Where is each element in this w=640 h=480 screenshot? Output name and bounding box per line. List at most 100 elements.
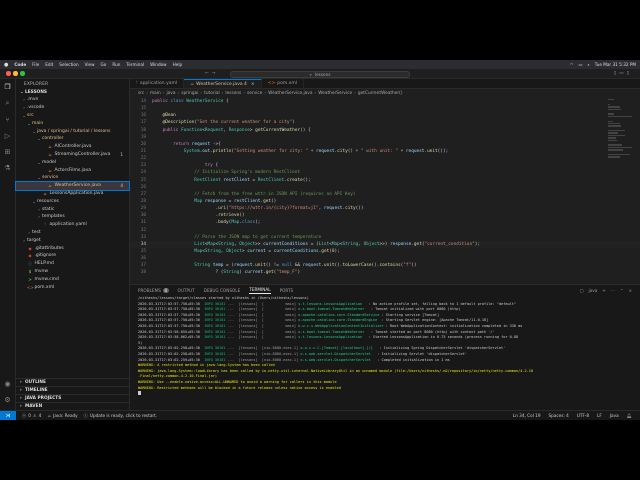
breadcrumb-item[interactable]: WeatherService.java (268, 91, 312, 96)
code-line[interactable]: 24 // Initialize Spring's modern RestCli… (130, 169, 640, 176)
code-line[interactable]: 34 List<Map<String, Object>> currentCond… (130, 240, 640, 248)
code-line[interactable]: 15 (130, 105, 640, 112)
menubar-app-name[interactable]: Code (14, 62, 26, 67)
terminal-output[interactable]: /nitheshs/lessons/target/classes started… (138, 296, 630, 408)
code-line[interactable]: 26 (130, 184, 640, 191)
code-line[interactable]: 35 Map<String, Object> current = current… (130, 248, 640, 255)
menu-go[interactable]: Go (101, 62, 107, 67)
close-window-button[interactable] (6, 71, 11, 76)
code-line[interactable]: 17 @Description("Get the current weather… (130, 119, 640, 126)
source-control-icon[interactable]: ⑂ (5, 116, 9, 124)
command-center-search[interactable]: ⌕ lessons (230, 70, 410, 78)
panel-tab-ports[interactable]: PORTS (280, 288, 294, 293)
code-line[interactable]: 16 @Bean (130, 112, 640, 119)
minimize-window-button[interactable] (13, 71, 18, 76)
remote-indicator-icon[interactable]: ⋊ (0, 410, 16, 420)
status-java[interactable]: ☕ Java: Ready (47, 413, 77, 418)
more-actions-icon[interactable]: ⋯ (611, 288, 615, 293)
code-line[interactable]: 28 Map response = restClient.get() (130, 198, 640, 205)
terminal-shell-icon[interactable]: ▢ (580, 288, 584, 293)
battery-icon[interactable]: ▭ (578, 62, 582, 67)
code-line[interactable]: 37 String temp = (request.unit() != null… (130, 262, 640, 269)
close-tab-icon[interactable]: × (251, 82, 255, 87)
folder-item[interactable]: › .vscode (16, 104, 129, 112)
menu-edit[interactable]: Edit (45, 62, 53, 67)
section-timeline[interactable]: › TIMELINE (16, 386, 130, 394)
folder-item[interactable]: › test (16, 229, 129, 237)
panel-tab-problems[interactable]: PROBLEMS 4 (138, 287, 169, 293)
close-panel-icon[interactable]: × (628, 288, 632, 293)
run-debug-icon[interactable]: ▷ (5, 132, 10, 140)
file-item[interactable]: <> pom.xml (16, 283, 129, 291)
code-line[interactable]: 32 (130, 227, 640, 234)
toggle-secondary-sidebar-icon[interactable]: ▯ (627, 71, 632, 76)
folder-item[interactable]: ⌄ service (16, 174, 129, 182)
code-line[interactable]: 36 (130, 255, 640, 262)
folder-item[interactable]: ⌄ model (16, 158, 129, 166)
status-language[interactable]: Java (610, 413, 619, 419)
breadcrumb-item[interactable]: tutorial (204, 91, 220, 96)
menubar-clock[interactable]: Tue Mar 31 5:32 PM (595, 62, 636, 67)
folder-item[interactable]: › target (16, 236, 129, 244)
breadcrumb-item[interactable]: src (138, 91, 144, 96)
folder-item[interactable]: ⌄ java / springai / tutorial / lessons (16, 127, 129, 135)
code-line[interactable]: 23 try { (130, 162, 640, 169)
notifications-bell-icon[interactable]: 🔔︎ (627, 413, 632, 419)
code-line[interactable]: 20 return request ->{ (130, 141, 640, 148)
breadcrumb-item[interactable]: service (247, 91, 262, 96)
menu-terminal[interactable]: Terminal (126, 62, 144, 67)
terminal-prompt[interactable] (138, 391, 630, 397)
wifi-icon[interactable]: ◠ (570, 62, 574, 67)
section-java-projects[interactable]: › JAVA PROJECTS (16, 394, 130, 402)
testing-icon[interactable]: ⚗ (4, 164, 10, 172)
code-line[interactable]: 19 (130, 134, 640, 141)
panel-tab-output[interactable]: OUTPUT (178, 288, 195, 293)
code-line[interactable]: 18 public Function<Request, Response> ge… (130, 127, 640, 134)
folder-item[interactable]: › templates (16, 213, 129, 221)
code-editor[interactable]: 14 public class WeatherService {15 16 @Bea… (130, 98, 640, 284)
folder-item[interactable]: ⌄ main (16, 119, 129, 127)
search-icon[interactable]: ⌕ (6, 99, 10, 108)
file-item[interactable]: ☕ StreamingController.java 1 (16, 151, 129, 159)
search-icon[interactable]: ⌕ (587, 62, 589, 67)
terminal-shell-label[interactable]: java (588, 288, 597, 293)
folder-item[interactable]: ⌄ src (16, 112, 129, 120)
new-terminal-icon[interactable]: + (602, 288, 606, 293)
breadcrumb-item[interactable]: main (150, 91, 161, 96)
status-encoding[interactable]: UTF-8 (577, 413, 589, 419)
code-line[interactable]: 38 ? (String) current.get("temp_F") (130, 269, 640, 276)
forward-arrow-icon[interactable]: → (212, 71, 219, 76)
code-line[interactable]: 29 .uri("https://wttr.in/{city}?format=j… (130, 205, 640, 212)
section-maven[interactable]: › MAVEN (16, 402, 130, 410)
toggle-panel-icon[interactable]: ▭ (619, 71, 626, 76)
code-line[interactable]: 33 // Parse the JSON map to get current … (130, 234, 640, 241)
zoom-window-button[interactable] (20, 71, 25, 76)
code-line[interactable]: 31 .body(Map.class); (130, 219, 640, 226)
code-line[interactable]: 25 RestClient restClient = RestClient.cr… (130, 177, 640, 184)
menu-selection[interactable]: Selection (59, 62, 78, 67)
panel-tab-terminal[interactable]: TERMINAL (249, 287, 271, 294)
apple-icon[interactable]: ● (4, 62, 8, 68)
file-item[interactable]: ☕ ActorsFilms.java (16, 166, 129, 174)
folder-item[interactable]: › static (16, 205, 129, 213)
code-line[interactable]: 22 (130, 155, 640, 162)
code-line[interactable]: 21 System.out.println("Getting weather f… (130, 148, 640, 155)
editor-tab[interactable]: ☕ WeatherService.java 4 × (184, 79, 262, 88)
breadcrumb-item[interactable]: getCurrentWeather() (358, 91, 403, 96)
editor-tab[interactable]: <> pom.xml (262, 79, 304, 88)
status-errors[interactable]: ⓧ 0 ⚠ 4 (22, 413, 41, 419)
back-arrow-icon[interactable]: ← (205, 71, 212, 76)
file-item[interactable]: ☕ AIController.java (16, 143, 129, 151)
folder-item[interactable]: ⌄ controller (16, 135, 129, 143)
file-item[interactable]: ☕ LessonsApplication.java (16, 190, 129, 198)
manage-gear-icon[interactable]: ⚙ (4, 396, 10, 404)
status-cursor-position[interactable]: Ln 34, Col 19 (513, 413, 541, 419)
menu-file[interactable]: File (32, 62, 39, 67)
account-icon[interactable]: ◉ (4, 380, 10, 388)
status-update[interactable]: ⓘ Update is ready, click to restart. (84, 413, 157, 419)
file-item[interactable]: ◆ .gitattributes (16, 244, 129, 252)
file-item[interactable]: > mvnw.cmd (16, 275, 129, 283)
workspace-root[interactable]: ⌄ LESSONS (16, 88, 129, 96)
minimap[interactable] (608, 98, 632, 248)
code-line[interactable]: 27 // Fetch from the free wttr.in JSON A… (130, 191, 640, 198)
